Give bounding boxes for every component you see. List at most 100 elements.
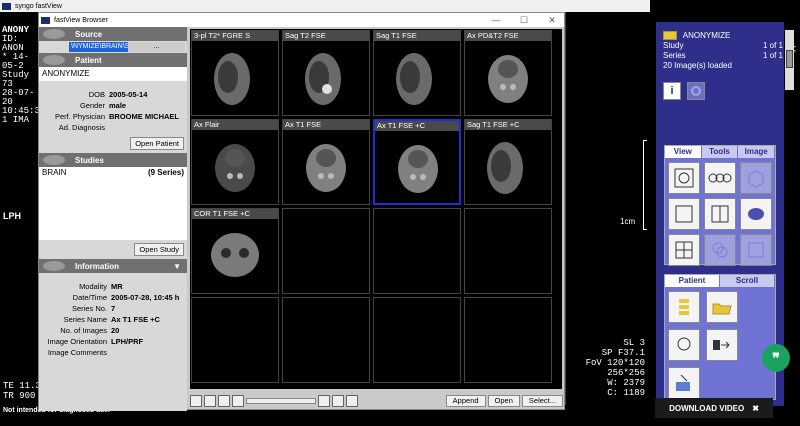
patient-actions xyxy=(665,287,775,403)
study-actions-row: Open Study xyxy=(39,240,187,259)
series-label: Series xyxy=(663,51,686,60)
zoom-slider[interactable] xyxy=(246,398,316,404)
export-button[interactable] xyxy=(706,329,738,361)
chat-icon[interactable]: ❞ xyxy=(762,344,790,372)
field-value: 2005-05-14 xyxy=(109,90,148,99)
overlay-line: C: 1189 xyxy=(607,388,645,398)
study-series-count: (9 Series) xyxy=(147,168,184,177)
previous-icon[interactable] xyxy=(318,395,330,407)
source-path-field[interactable]: \NYMIZE\BRAIN\Sag T2 FSE - 2( ... xyxy=(69,42,185,52)
source-heading: Source xyxy=(75,29,103,39)
series-label: Ax T1 FSE +C xyxy=(375,121,459,131)
single-head-view-button[interactable] xyxy=(668,162,700,194)
series-thumbnail[interactable]: Sag T2 FSE xyxy=(282,30,370,116)
patient-name[interactable]: ANONYMIZE xyxy=(39,67,187,81)
close-icon[interactable]: ✖ xyxy=(752,404,759,413)
tab-scroll[interactable]: Scroll xyxy=(720,275,775,287)
tab-patient[interactable]: Patient xyxy=(665,275,720,287)
panel-scrollbar[interactable] xyxy=(785,30,794,90)
series-thumbnail[interactable]: Sag T1 FSE +C xyxy=(464,119,552,205)
field-label: DOB xyxy=(88,90,105,99)
image-overlay-top-left: ANONY ID: ANON * 14-05-2 Study 73 28-07-… xyxy=(2,26,45,125)
study-list[interactable] xyxy=(39,178,187,240)
layout-1x2-icon xyxy=(711,205,729,223)
chevron-down-icon[interactable]: ▼ xyxy=(173,262,181,271)
minimize-icon[interactable]: — xyxy=(484,15,508,25)
scrollbar-thumb[interactable] xyxy=(786,50,793,68)
field-value: 7 xyxy=(111,304,116,313)
play-icon[interactable] xyxy=(332,395,344,407)
select-button[interactable]: Select... xyxy=(521,395,563,407)
series-preview-image xyxy=(375,131,459,203)
grid-large-icon[interactable] xyxy=(204,395,216,407)
patient-field: Perf. Physician BROOME MICHAEL xyxy=(39,111,187,122)
empty-thumbnail-slot xyxy=(464,208,552,294)
open-patient-button[interactable]: Open Patient xyxy=(130,137,184,150)
patient-tabs: Patient Scroll xyxy=(665,275,775,287)
overlay-line: Study 73 xyxy=(2,70,30,89)
browser-toolbar: Append Open Select... xyxy=(190,394,563,408)
study-list-item[interactable]: BRAIN (9 Series) xyxy=(39,167,187,178)
close-icon[interactable]: ✕ xyxy=(540,15,564,26)
download-video-button[interactable]: DOWNLOAD VIDEO ✖ xyxy=(655,398,773,418)
field-value: LPH/PRF xyxy=(111,337,144,346)
tab-tools[interactable]: Tools xyxy=(701,146,739,158)
import-button[interactable] xyxy=(668,367,700,399)
info-field: Modality MR xyxy=(39,281,187,292)
append-button[interactable]: Append xyxy=(445,395,486,407)
browser-left-panel: Source \NYMIZE\BRAIN\Sag T2 FSE - 2( ...… xyxy=(39,27,187,411)
patient-list-button[interactable] xyxy=(668,291,700,323)
open-button[interactable]: Open xyxy=(487,395,520,407)
patient-field: Ad. Diagnosis xyxy=(39,122,187,133)
open-folder-button[interactable] xyxy=(706,291,738,323)
series-thumbnail[interactable]: Ax T1 FSE +C xyxy=(373,119,461,205)
tab-view[interactable]: View xyxy=(665,146,702,158)
maximize-icon[interactable]: ☐ xyxy=(512,15,536,26)
multi-head-view-button[interactable] xyxy=(704,162,736,194)
mip-view-button[interactable] xyxy=(740,234,772,266)
layout-1x1-button[interactable] xyxy=(668,198,700,230)
app-logo-icon xyxy=(41,16,50,24)
stack-view-button[interactable] xyxy=(704,234,736,266)
brain-3d-button[interactable] xyxy=(740,198,772,230)
patient-head-button[interactable] xyxy=(668,329,700,361)
folder-icon xyxy=(663,31,677,41)
series-row: Series 1 of 1 xyxy=(663,51,783,61)
series-label: Sag T1 FSE +C xyxy=(465,120,551,130)
single-view-icon[interactable] xyxy=(218,395,230,407)
overlay-line: * 14-05-2 xyxy=(2,52,30,71)
series-thumbnail[interactable]: Ax T1 FSE xyxy=(282,119,370,205)
study-value: 1 of 1 xyxy=(762,41,783,50)
folder-name: ANONYMIZE xyxy=(682,31,731,40)
patient-field: DOB 2005-05-14 xyxy=(39,89,187,100)
open-study-button[interactable]: Open Study xyxy=(134,243,184,256)
browse-button[interactable]: ... xyxy=(128,42,185,52)
export-icon xyxy=(713,340,730,350)
series-thumbnail[interactable]: Sag T1 FSE xyxy=(373,30,461,116)
list-view-icon[interactable] xyxy=(232,395,244,407)
overlay-line: 1 IMA xyxy=(2,115,30,125)
series-label: 3-pl T2* FGRE S xyxy=(192,31,278,41)
tab-image[interactable]: Image xyxy=(738,146,776,158)
fastview-browser-window: fastView Browser — ☐ ✕ Source \NYMIZE\BR… xyxy=(38,12,565,411)
multi-head-icon xyxy=(708,173,732,183)
series-preview-image xyxy=(283,41,369,115)
view-tools-panel: View Tools Image xyxy=(664,145,776,266)
series-thumbnail[interactable]: Ax Flair xyxy=(191,119,279,205)
layout-2x2-button[interactable] xyxy=(668,234,700,266)
mip-icon xyxy=(748,242,764,258)
series-thumbnail[interactable]: 3-pl T2* FGRE S xyxy=(191,30,279,116)
series-preview-image xyxy=(374,41,460,115)
layout-1x2-button[interactable] xyxy=(704,198,736,230)
next-icon[interactable] xyxy=(346,395,358,407)
series-thumbnail[interactable]: Ax PD&T2 FSE xyxy=(464,30,552,116)
patient-actions-row: Open Patient xyxy=(39,133,187,153)
series-thumbnail[interactable]: COR T1 FSE +C xyxy=(191,208,279,294)
settings-button[interactable] xyxy=(687,82,705,100)
source-icon xyxy=(43,29,65,39)
info-button[interactable]: i xyxy=(663,82,681,100)
grid-small-icon[interactable] xyxy=(190,395,202,407)
studies-icon xyxy=(43,155,65,165)
3d-view-button[interactable] xyxy=(740,162,772,194)
